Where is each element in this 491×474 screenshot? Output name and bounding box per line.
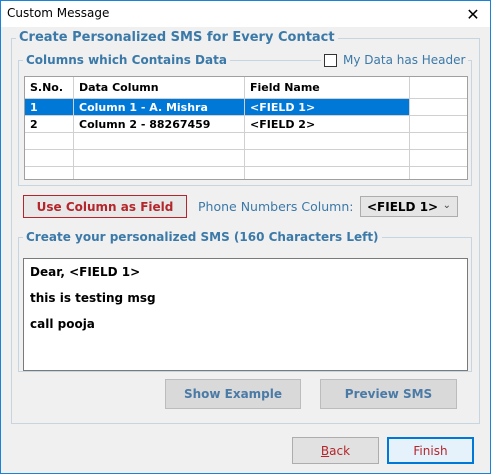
back-mnemonic: B <box>320 443 330 458</box>
window-title: Custom Message <box>7 6 110 20</box>
table-row[interactable]: 1 Column 1 - A. Mishra <FIELD 1> <box>25 99 467 116</box>
use-column-as-field-button[interactable]: Use Column as Field <box>23 195 187 218</box>
cell-data-column: Column 1 - A. Mishra <box>74 99 245 116</box>
close-icon: ✕ <box>466 4 480 24</box>
header-sno: S.No. <box>25 77 74 99</box>
columns-grid: S.No. Data Column Field Name 1 Column 1 … <box>24 76 468 180</box>
phone-numbers-column-label: Phone Numbers Column: <box>198 199 354 214</box>
checkbox-box[interactable] <box>324 53 337 67</box>
back-button[interactable]: Back <box>292 437 379 464</box>
sms-text-area[interactable]: Dear, <FIELD 1> this is testing msg call… <box>23 258 468 371</box>
empty-cell <box>25 167 74 179</box>
empty-cell <box>410 150 467 167</box>
phone-numbers-column-select[interactable]: <FIELD 1> ⌄ <box>360 196 458 217</box>
empty-row <box>25 150 467 167</box>
personalized-sms-legend: Create Personalized SMS for Every Contac… <box>16 30 338 45</box>
cell-filler <box>410 116 467 133</box>
cell-sno: 2 <box>25 116 74 133</box>
empty-cell <box>25 133 74 150</box>
header-checkbox[interactable]: My Data has Header <box>321 53 469 67</box>
title-bar: Custom Message ✕ <box>1 1 490 27</box>
sms-line: call pooja <box>30 317 95 331</box>
empty-cell <box>245 150 410 167</box>
cell-field-name: <FIELD 1> <box>245 99 410 116</box>
back-label-rest: ack <box>329 443 351 458</box>
custom-message-window: Custom Message ✕ Create Personalized SMS… <box>0 0 491 474</box>
header-filler <box>410 77 467 99</box>
empty-cell <box>245 133 410 150</box>
chevron-down-icon: ⌄ <box>442 200 451 211</box>
empty-cell <box>410 167 467 179</box>
table-row[interactable]: 2 Column 2 - 88267459 <FIELD 2> <box>25 116 467 133</box>
close-button[interactable]: ✕ <box>456 1 490 27</box>
empty-row <box>25 133 467 150</box>
empty-cell <box>25 150 74 167</box>
empty-row <box>25 167 467 179</box>
empty-cell <box>74 150 245 167</box>
cell-filler <box>410 99 467 116</box>
finish-button[interactable]: Finish <box>387 437 474 464</box>
cell-data-column: Column 2 - 88267459 <box>74 116 245 133</box>
show-example-button[interactable]: Show Example <box>165 379 301 409</box>
empty-cell <box>410 133 467 150</box>
empty-cell <box>74 133 245 150</box>
sms-line: Dear, <FIELD 1> <box>30 265 141 279</box>
columns-group-legend: Columns which Contains Data <box>23 53 230 67</box>
empty-cell <box>245 167 410 179</box>
phone-select-value: <FIELD 1> <box>367 199 439 214</box>
empty-cell <box>74 167 245 179</box>
preview-sms-button[interactable]: Preview SMS <box>320 379 457 409</box>
sms-group-legend: Create your personalized SMS (160 Charac… <box>23 230 382 244</box>
cell-field-name: <FIELD 2> <box>245 116 410 133</box>
sms-line: this is testing msg <box>30 291 156 305</box>
header-checkbox-label: My Data has Header <box>343 53 466 67</box>
header-field-name: Field Name <box>245 77 410 99</box>
cell-sno: 1 <box>25 99 74 116</box>
header-data-column: Data Column <box>74 77 245 99</box>
grid-header-row: S.No. Data Column Field Name <box>25 77 467 99</box>
